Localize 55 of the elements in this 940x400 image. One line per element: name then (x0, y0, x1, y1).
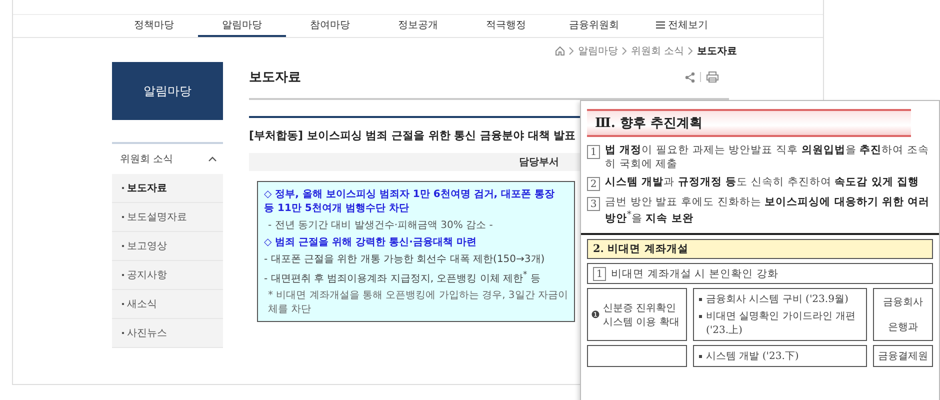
page-title: 보도자료 (249, 69, 301, 86)
owner-text: 금융결제원 (878, 350, 928, 364)
nav-tab[interactable]: 정보공개 (374, 15, 462, 37)
summary-line: * 비대면 계좌개설을 통해 오픈뱅킹에 가입하는 경우, 3일간 자금이체를 차단 (267, 289, 568, 316)
sidebar-title: 알림마당 (112, 62, 223, 120)
nav-tab[interactable]: 적극행정 (462, 15, 550, 37)
plan-text: 법 개정이 필요한 과제는 방안발표 직후 의원입법을 추진하여 조속히 국회에 제출 (605, 144, 930, 172)
article-title: [부처합동] 보이스피싱 범죄 근절을 위한 통신 금융분야 대책 발표 (249, 128, 577, 143)
task-text: 신분증 진위확인 시스템 이용 확대 (603, 302, 680, 329)
nav-tab[interactable]: 참여마당 (286, 15, 374, 37)
breadcrumb-link[interactable]: 알림마당 (578, 44, 618, 58)
nav-tab[interactable]: 정책마당 (110, 15, 198, 37)
chevron-right-icon (568, 47, 574, 55)
document-heading: Ⅲ. 향후 추진계획 (587, 109, 911, 137)
sidebar-item[interactable]: 보도자료 (112, 174, 223, 203)
print-icon[interactable] (706, 71, 719, 83)
bullet-icon (699, 315, 702, 318)
plan-text: 시스템 개발과 규정개정 등도 신속히 추진하여 속도감 있게 집행 (605, 176, 919, 190)
department-label: 담당부서 (519, 156, 559, 169)
summary-line: ◇ 범죄 근절을 위해 강력한 통신·금융대책 마련 (264, 236, 478, 249)
chevron-right-icon (688, 47, 693, 55)
sidebar-item[interactable]: 공지사항 (112, 261, 223, 290)
breadcrumb-link[interactable]: 위원회 소식 (630, 44, 684, 58)
home-icon[interactable] (554, 46, 565, 56)
breadcrumb-link[interactable]: 보도자료 (697, 44, 737, 58)
number-marker: 2 (587, 177, 600, 192)
owner-text: 은행과 (888, 321, 918, 334)
section-heading: 2. 비대면 계좌개설 (587, 239, 933, 260)
sidebar-item[interactable]: 보도설명자료 (112, 203, 223, 232)
nav-tab[interactable]: 전체보기 (638, 15, 726, 37)
subsection-text: 비대면 계좌개설 시 본인확인 강화 (611, 266, 778, 281)
chevron-right-icon (622, 47, 627, 55)
sidebar-item[interactable]: 보고영상 (112, 232, 223, 261)
chevron-up-icon (208, 156, 217, 162)
nav-tab[interactable]: 금융위원회 (550, 15, 638, 37)
plan-text: 금번 방안 발표 후에도 진화하는 보이스피싱에 대응하기 위한 여러 방안$^{*}$을 지속 보완 (605, 196, 931, 226)
action-item: 시스템 개발 ('23.下) (706, 350, 799, 364)
number-marker: 1 (593, 267, 606, 282)
summary-line: - 대포폰 근절을 위한 개통 가능한 회선수 대폭 제한(150→3개) (264, 253, 546, 266)
menu-icon (656, 21, 665, 29)
number-marker: ❶ (591, 308, 600, 321)
summary-line: ◇ 정부, 올해 보이스피싱 범죄자 1만 6천여명 검거, 대포폰 통장 등 11만 5천여개 범행수단 차단 (264, 188, 556, 215)
action-item: 금융회사 시스템 구비 ('23.9월) (706, 293, 848, 306)
summary-line: - 대면편취 후 범죄이용계좌 지급정지, 오픈뱅킹 이체 제한$^{*}$ 등 (264, 269, 542, 286)
nav-tab[interactable]: 알림마당 (198, 15, 286, 37)
sidebar-item[interactable]: 새소식 (112, 290, 223, 319)
sidebar-item[interactable]: 사진뉴스 (112, 319, 223, 348)
summary-line: - 전년 동기간 대비 발생건수·피해금액 30% 감소 - (267, 219, 494, 232)
share-icon[interactable] (685, 72, 695, 82)
bullet-icon (699, 298, 702, 302)
action-item: 비대면 실명확인 가이드라인 개편 ('23.上) (706, 310, 857, 338)
number-marker: 1 (587, 145, 600, 159)
owner-text: 금융회사 (883, 296, 923, 309)
number-marker: 3 (587, 197, 600, 212)
bullet-icon (699, 355, 702, 358)
